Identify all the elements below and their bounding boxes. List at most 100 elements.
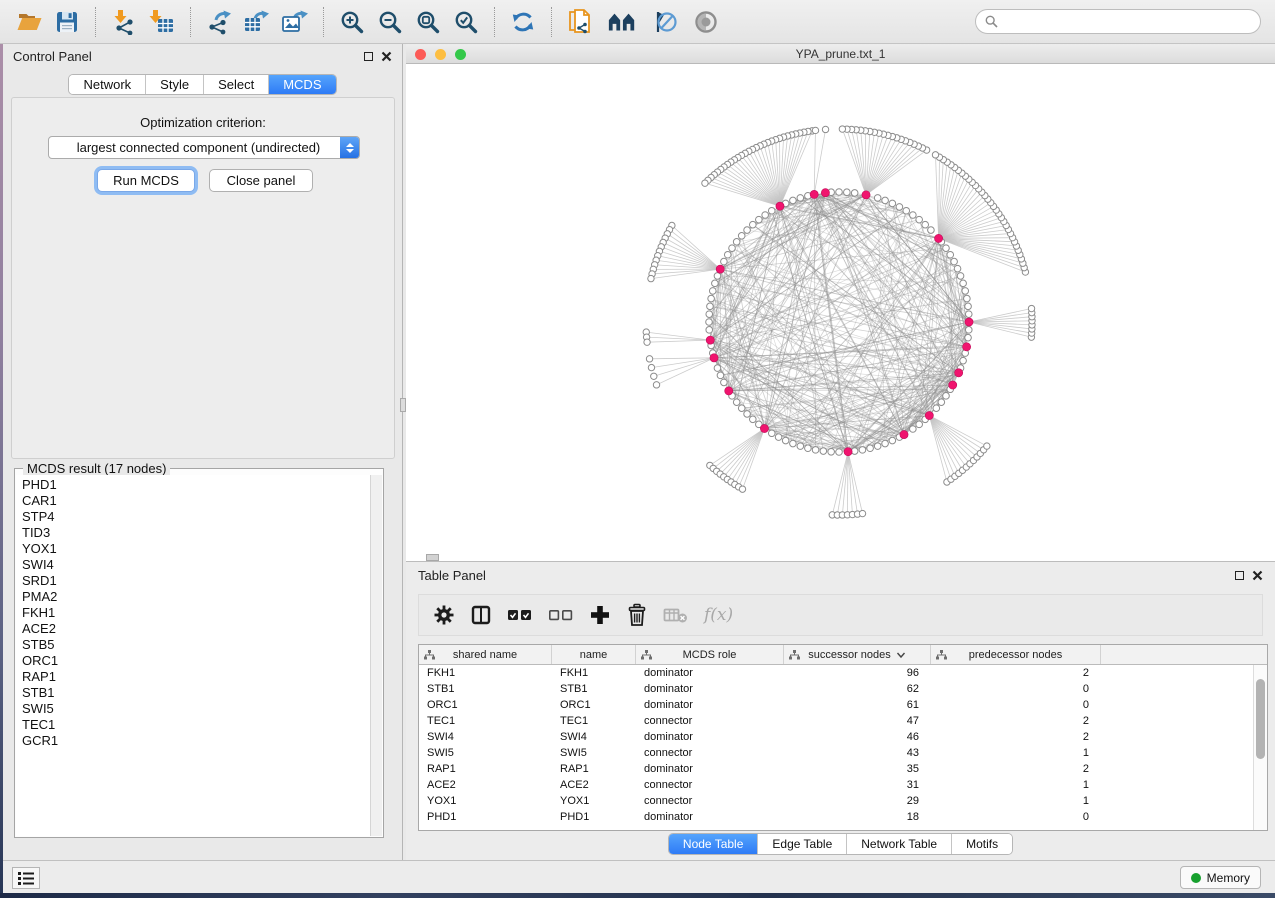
save-session-icon[interactable] xyxy=(52,7,82,37)
graph-dominator-node[interactable] xyxy=(725,387,733,395)
zoom-fit-icon[interactable] xyxy=(413,7,443,37)
refresh-view-icon[interactable] xyxy=(508,7,538,37)
graph-dominator-node[interactable] xyxy=(965,318,973,326)
graph-node[interactable] xyxy=(733,399,740,406)
graph-node[interactable] xyxy=(738,232,745,239)
graph-dominator-node[interactable] xyxy=(900,430,908,438)
task-history-button[interactable] xyxy=(12,867,40,889)
table-body[interactable]: FKH1FKH1dominator962STB1STB1dominator620… xyxy=(419,665,1253,830)
graph-node[interactable] xyxy=(896,204,903,211)
result-list-item[interactable]: SWI4 xyxy=(22,557,370,573)
table-row[interactable]: STB1STB1dominator620 xyxy=(419,681,1253,697)
graph-node[interactable] xyxy=(651,373,657,379)
column-header-predecessor-nodes[interactable]: predecessor nodes xyxy=(931,645,1101,664)
graph-node[interactable] xyxy=(739,486,745,492)
tab-select[interactable]: Select xyxy=(204,75,269,94)
graph-node[interactable] xyxy=(721,258,728,265)
graph-node[interactable] xyxy=(859,447,866,454)
zoom-out-icon[interactable] xyxy=(375,7,405,37)
optimization-criterion-dropdown[interactable]: largest connected component (undirected) xyxy=(48,136,360,159)
zoom-in-icon[interactable] xyxy=(337,7,367,37)
graph-node[interactable] xyxy=(916,216,923,223)
result-list-item[interactable]: STP4 xyxy=(22,509,370,525)
tab-network[interactable]: Network xyxy=(69,75,146,94)
graph-node[interactable] xyxy=(768,207,775,214)
graph-node[interactable] xyxy=(797,195,804,202)
table-row[interactable]: ORC1ORC1dominator610 xyxy=(419,697,1253,713)
graph-node[interactable] xyxy=(706,319,713,326)
graph-dominator-node[interactable] xyxy=(706,336,714,344)
graph-node[interactable] xyxy=(706,311,713,318)
graph-node[interactable] xyxy=(859,510,865,516)
column-header-MCDS-role[interactable]: MCDS role xyxy=(636,645,784,664)
float-panel-icon[interactable] xyxy=(364,52,373,61)
graph-node[interactable] xyxy=(957,273,964,280)
result-list-item[interactable]: FKH1 xyxy=(22,605,370,621)
open-file-icon[interactable] xyxy=(14,7,44,37)
graph-node[interactable] xyxy=(733,239,740,246)
graph-node[interactable] xyxy=(782,437,789,444)
graph-node[interactable] xyxy=(744,411,751,418)
result-list-item[interactable]: TID3 xyxy=(22,525,370,541)
graph-node[interactable] xyxy=(943,245,950,252)
table-row[interactable]: PHD1PHD1dominator180 xyxy=(419,809,1253,825)
graph-node[interactable] xyxy=(839,126,845,132)
graph-dominator-node[interactable] xyxy=(810,190,818,198)
graph-node[interactable] xyxy=(874,443,881,450)
graph-node[interactable] xyxy=(889,437,896,444)
graph-node[interactable] xyxy=(749,221,756,228)
show-hide-graphics-icon[interactable] xyxy=(691,7,721,37)
table-row[interactable]: ACE2ACE2connector311 xyxy=(419,777,1253,793)
table-scrollbar-thumb[interactable] xyxy=(1256,679,1265,759)
graph-node[interactable] xyxy=(709,288,716,295)
graph-dominator-node[interactable] xyxy=(716,265,724,273)
graph-node[interactable] xyxy=(882,440,889,447)
graph-node[interactable] xyxy=(965,311,972,318)
select-all-icon[interactable] xyxy=(507,607,533,623)
graph-dominator-node[interactable] xyxy=(949,381,957,389)
tab-mcds[interactable]: MCDS xyxy=(269,75,335,94)
deselect-all-icon[interactable] xyxy=(548,607,574,623)
close-window-icon[interactable] xyxy=(415,49,426,60)
graph-node[interactable] xyxy=(790,197,797,204)
maximize-window-icon[interactable] xyxy=(455,49,466,60)
table-row[interactable]: SWI4SWI4dominator462 xyxy=(419,729,1253,745)
graph-node[interactable] xyxy=(889,200,896,207)
graph-node[interactable] xyxy=(706,327,713,334)
graph-node[interactable] xyxy=(828,448,835,455)
graph-node[interactable] xyxy=(851,190,858,197)
result-list-item[interactable]: PHD1 xyxy=(22,477,370,493)
column-header-shared-name[interactable]: shared name xyxy=(419,645,552,664)
table-row[interactable]: FKH1FKH1dominator962 xyxy=(419,665,1253,681)
graph-node[interactable] xyxy=(648,275,654,281)
graph-dominator-node[interactable] xyxy=(776,202,784,210)
result-list-item[interactable]: SWI5 xyxy=(22,701,370,717)
graph-node[interactable] xyxy=(762,212,769,219)
graph-node[interactable] xyxy=(702,180,708,186)
graph-node[interactable] xyxy=(844,189,851,196)
graph-node[interactable] xyxy=(951,258,958,265)
table-row[interactable]: YOX1YOX1connector291 xyxy=(419,793,1253,809)
network-graph-canvas[interactable] xyxy=(406,64,1275,560)
graph-node[interactable] xyxy=(790,440,797,447)
result-list-item[interactable]: STB5 xyxy=(22,637,370,653)
graph-node[interactable] xyxy=(707,303,714,310)
network-overview-icon[interactable] xyxy=(607,7,637,37)
graph-node[interactable] xyxy=(648,364,654,370)
graph-node[interactable] xyxy=(965,303,972,310)
graph-node[interactable] xyxy=(644,339,650,345)
search-field[interactable] xyxy=(975,9,1261,34)
graph-node[interactable] xyxy=(653,382,659,388)
table-row[interactable]: TEC1TEC1connector472 xyxy=(419,713,1253,729)
graph-node[interactable] xyxy=(768,430,775,437)
graph-node[interactable] xyxy=(984,443,990,449)
result-list-item[interactable]: YOX1 xyxy=(22,541,370,557)
graph-node[interactable] xyxy=(867,445,874,452)
run-mcds-button[interactable]: Run MCDS xyxy=(97,169,195,192)
share-document-icon[interactable] xyxy=(565,7,595,37)
graph-node[interactable] xyxy=(836,449,843,456)
result-list-item[interactable]: CAR1 xyxy=(22,493,370,509)
graph-node[interactable] xyxy=(960,280,967,287)
function-builder-icon[interactable]: f(x) xyxy=(704,605,733,625)
settings-gear-icon[interactable] xyxy=(433,604,455,626)
